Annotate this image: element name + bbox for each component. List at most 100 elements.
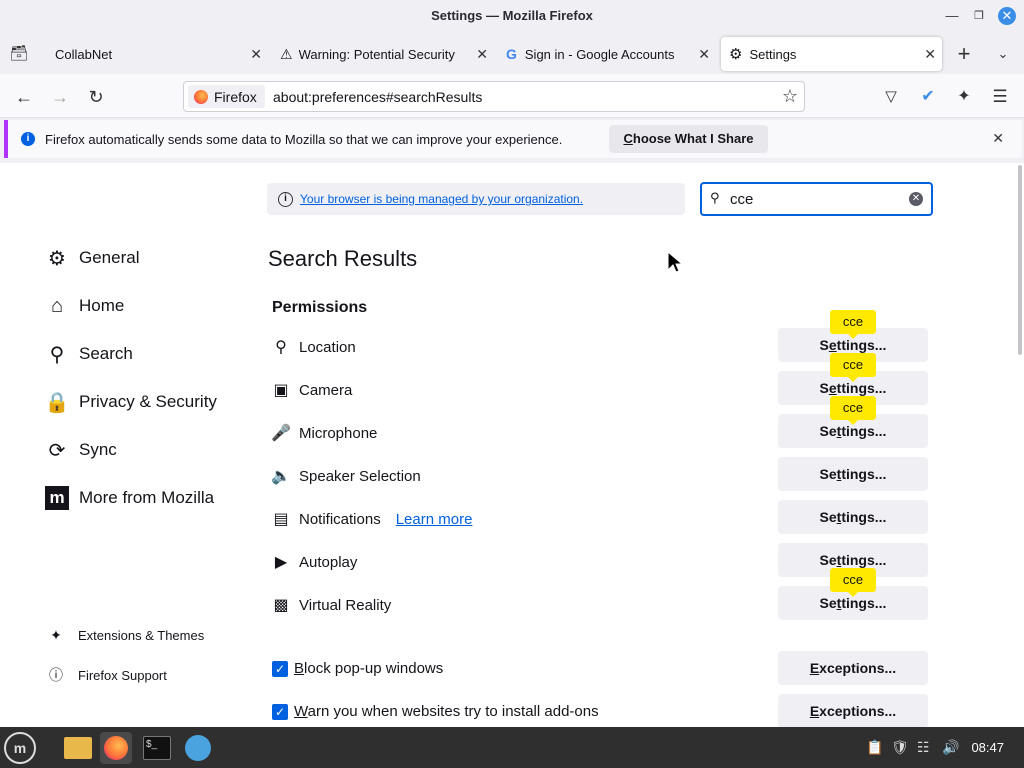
microphone-icon: 🎤	[271, 425, 291, 442]
tab-collabnet[interactable]: CollabNet ✕	[44, 37, 268, 71]
sidebar-item-label: General	[79, 248, 140, 267]
section-heading: Permissions	[272, 299, 368, 316]
chevron-down-icon[interactable]: ⌄	[990, 41, 1016, 67]
permission-camera: ▣ Camera	[271, 380, 352, 400]
file-manager-icon[interactable]	[62, 732, 94, 764]
info-icon: i	[278, 191, 293, 207]
tab-settings[interactable]: ⚙ Settings ✕	[721, 37, 942, 71]
permission-autoplay: ▶ Autoplay	[271, 552, 358, 572]
tab-label: Warning: Potential Security	[298, 46, 455, 62]
reload-icon[interactable]: ↻	[83, 84, 109, 110]
account-check-icon[interactable]: ✔	[915, 84, 941, 110]
close-tab-icon[interactable]: ✕	[476, 46, 488, 63]
managed-by-organization-link[interactable]: Your browser is being managed by your or…	[300, 192, 583, 206]
preferences-content: i Your browser is being managed by your …	[0, 163, 1024, 727]
popup-exceptions-button[interactable]: Exceptions...	[778, 651, 928, 685]
block-popups-checkbox[interactable]: ✓ Block pop-up windows	[272, 660, 443, 677]
close-notification-icon[interactable]: ✕	[992, 130, 1004, 147]
sidebar-item-more-from-mozilla[interactable]: m More from Mozilla	[45, 486, 214, 510]
list-all-tabs-icon[interactable]: 🗃	[6, 41, 32, 67]
learn-more-link[interactable]: Learn more	[396, 511, 473, 528]
identity-box[interactable]: Firefox	[188, 85, 265, 108]
new-tab-icon[interactable]: +	[951, 41, 977, 67]
help-icon: ⓘ	[49, 667, 63, 683]
permission-label: Microphone	[299, 424, 378, 442]
volume-icon[interactable]: 🔊	[942, 739, 959, 756]
sync-icon: ⟳	[48, 439, 66, 462]
sidebar-item-home[interactable]: ⌂ Home	[45, 294, 124, 318]
warn-addons-checkbox[interactable]: ✓ Warn you when websites try to install …	[272, 703, 599, 720]
permission-label: Speaker Selection	[299, 467, 421, 485]
permission-virtual-reality: ▩ Virtual Reality	[271, 595, 391, 615]
identity-label: Firefox	[214, 88, 257, 105]
search-match-tooltip: cce	[830, 353, 876, 382]
menu-icon[interactable]: ☰	[987, 84, 1013, 110]
home-icon: ⌂	[50, 294, 64, 317]
checkbox-checked-icon[interactable]: ✓	[272, 660, 288, 677]
system-taskbar: m $_ 📋 🛡 ☷ 🔊 08:47	[0, 727, 1024, 768]
mozilla-icon: m	[45, 486, 69, 510]
scrollbar[interactable]	[1018, 165, 1022, 355]
speaker-icon: 🔈	[271, 468, 291, 485]
search-value: cce	[730, 191, 754, 208]
gear-icon: ⚙	[48, 247, 66, 270]
pocket-icon[interactable]: ▽	[878, 84, 904, 110]
minimize-button[interactable]: —	[943, 7, 961, 25]
sidebar-item-privacy[interactable]: 🔒 Privacy & Security	[45, 390, 217, 414]
close-tab-icon[interactable]: ✕	[250, 46, 262, 63]
permission-label: Location	[299, 338, 356, 356]
camera-icon: ▣	[273, 382, 289, 399]
back-icon[interactable]: ←	[11, 84, 37, 110]
google-icon: G	[506, 46, 517, 62]
checkbox-label: Block pop-up windows	[294, 660, 444, 677]
search-match-tooltip: cce	[830, 310, 876, 339]
sidebar-footer-label: Extensions & Themes	[78, 628, 205, 643]
tab-security-warning[interactable]: ⚠ Warning: Potential Security ✕	[272, 37, 494, 71]
permission-microphone: 🎤 Microphone	[271, 423, 377, 443]
maximize-button[interactable]: ❐	[970, 7, 988, 25]
choose-what-i-share-button[interactable]: Choose What I Share	[609, 125, 768, 153]
sidebar-item-label: Home	[79, 296, 125, 315]
close-tab-icon[interactable]: ✕	[924, 46, 936, 63]
start-menu-icon[interactable]: m	[4, 732, 36, 764]
clipboard-icon[interactable]: 📋	[866, 739, 883, 756]
firefox-taskbar-icon[interactable]	[100, 732, 132, 764]
clear-search-icon[interactable]: ✕	[909, 192, 923, 206]
tab-label: CollabNet	[55, 46, 113, 62]
url-bar[interactable]: Firefox about:preferences#searchResults …	[183, 81, 805, 112]
permission-label: Notifications	[299, 510, 381, 528]
clock: 08:47	[971, 740, 1004, 755]
sidebar-item-general[interactable]: ⚙ General	[45, 246, 139, 270]
extensions-icon[interactable]: ✦	[951, 84, 977, 110]
sidebar-extensions-themes[interactable]: ✦ Extensions & Themes	[47, 627, 204, 644]
shield-icon[interactable]: 🛡	[891, 739, 909, 756]
vr-headset-icon: ▩	[273, 597, 289, 614]
firefox-icon	[194, 89, 208, 104]
app-launcher-icon[interactable]	[182, 732, 214, 764]
search-match-tooltip: cce	[830, 396, 876, 425]
close-window-button[interactable]: ✕	[998, 7, 1016, 25]
sidebar-firefox-support[interactable]: ⓘ Firefox Support	[47, 665, 167, 685]
bookmark-star-icon[interactable]: ☆	[782, 86, 798, 107]
url-text[interactable]: about:preferences#searchResults	[273, 89, 482, 105]
autoplay-icon: ▶	[274, 554, 288, 571]
notification-icon: ▤	[273, 511, 289, 528]
permission-notifications: ▤ Notifications Learn more	[271, 509, 472, 529]
network-icon[interactable]: ☷	[917, 739, 930, 756]
search-input[interactable]: ⚲ cce ✕	[700, 182, 933, 216]
terminal-icon[interactable]: $_	[141, 732, 173, 764]
sidebar-item-label: Search	[79, 344, 133, 363]
checkbox-checked-icon[interactable]: ✓	[272, 703, 288, 720]
permission-speaker-selection: 🔈 Speaker Selection	[271, 466, 421, 486]
addons-exceptions-button[interactable]: Exceptions...	[778, 694, 928, 727]
sidebar-item-search[interactable]: ⚲ Search	[45, 342, 133, 366]
forward-icon[interactable]: →	[47, 84, 73, 110]
close-tab-icon[interactable]: ✕	[698, 46, 710, 63]
permission-label: Camera	[299, 381, 353, 399]
permission-label: Autoplay	[299, 553, 358, 571]
sidebar-item-sync[interactable]: ⟳ Sync	[45, 438, 117, 462]
tab-google-signin[interactable]: G Sign in - Google Accounts ✕	[498, 37, 716, 71]
window-titlebar: Settings — Mozilla Firefox — ❐ ✕	[0, 0, 1024, 34]
speaker-settings-button[interactable]: Settings...	[778, 457, 928, 491]
notifications-settings-button[interactable]: Settings...	[778, 500, 928, 534]
